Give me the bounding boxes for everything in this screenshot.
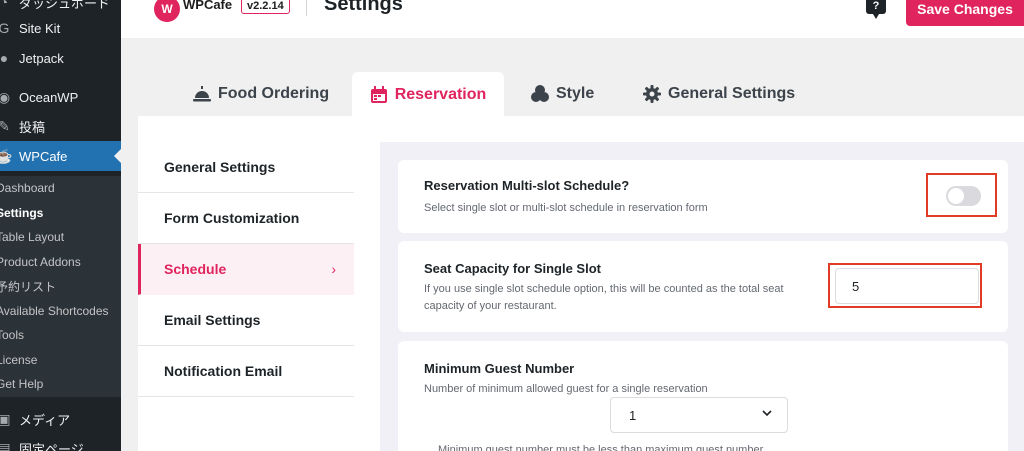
submenu-license[interactable]: License <box>0 348 121 373</box>
tab-label: Reservation <box>394 85 487 103</box>
sidebar-item-label: 投稿 <box>19 119 46 135</box>
wp-admin-sidebar: ◔ ダッシュボード G Site Kit ● Jetpack ◉ OceanWP… <box>0 0 121 451</box>
sidebar-item-label: OceanWP <box>19 89 79 105</box>
multislot-card: Reservation Multi-slot Schedule? Select … <box>398 160 1008 233</box>
sidebar-item-label: WPCafe <box>19 148 68 164</box>
sidebar-item-media[interactable]: ▣ メディア <box>0 404 121 434</box>
tab-reservation[interactable]: Reservation <box>352 72 504 117</box>
subnav-label: Notification Email <box>164 363 283 379</box>
sitekit-icon: G <box>0 20 10 36</box>
sidebar-item-jetpack[interactable]: ● Jetpack <box>0 43 121 73</box>
subnav-label: General Settings <box>164 159 276 175</box>
version-badge: v2.2.14 <box>241 0 290 14</box>
page-icon: ▤ <box>0 439 11 451</box>
subnav-label: Email Settings <box>164 312 261 328</box>
media-icon: ▣ <box>0 410 11 427</box>
tab-food-ordering[interactable]: Food Ordering <box>193 72 329 116</box>
min-guest-desc: Number of minimum allowed guest for a si… <box>424 383 708 395</box>
oceanwp-icon: ◉ <box>0 88 11 105</box>
calendar-icon <box>370 86 388 104</box>
seat-capacity-card: Seat Capacity for Single Slot If you use… <box>398 241 1008 332</box>
submenu-shortcodes[interactable]: Available Shortcodes <box>0 299 121 324</box>
help-icon[interactable]: ? <box>866 0 886 19</box>
tab-general-settings[interactable]: General Settings <box>643 72 795 116</box>
food-cloche-icon <box>193 85 211 103</box>
submenu-tools[interactable]: Tools <box>0 323 121 348</box>
reservation-subnav: General Settings Form Customization Sche… <box>138 142 354 397</box>
seat-capacity-title: Seat Capacity for Single Slot <box>424 261 601 276</box>
wpcafe-icon: ☕ <box>0 147 13 164</box>
wpcafe-logo-icon: W <box>154 0 180 22</box>
settings-panel: General Settings Form Customization Sche… <box>138 116 1024 451</box>
tab-label: General Settings <box>668 85 796 102</box>
submenu-dashboard[interactable]: Dashboard <box>0 176 121 201</box>
header-divider <box>306 0 307 16</box>
multislot-desc: Select single slot or multi-slot schedul… <box>424 202 708 214</box>
save-changes-button[interactable]: Save Changes <box>906 0 1024 26</box>
sidebar-item-label: 固定ページ <box>19 441 84 451</box>
logo-text: WPCafe <box>183 0 233 12</box>
sidebar-item-label: Jetpack <box>19 50 64 66</box>
subnav-label: Schedule <box>164 261 227 277</box>
min-guest-select[interactable]: 1 <box>610 397 788 433</box>
tab-style[interactable]: Style <box>531 72 594 116</box>
min-guest-card: Minimum Guest Number Number of minimum a… <box>398 341 1008 451</box>
min-guest-note: Minimum guest number must be less than m… <box>438 444 764 451</box>
tab-label: Style <box>556 85 595 102</box>
sidebar-item-posts[interactable]: ✎ 投稿 <box>0 111 121 141</box>
sidebar-item-label: Site Kit <box>19 20 61 36</box>
sidebar-item-label: ダッシュボード <box>19 0 111 11</box>
submenu-reservation-list[interactable]: 予約リスト <box>0 274 121 299</box>
min-guest-title: Minimum Guest Number <box>424 361 575 376</box>
min-guest-value: 1 <box>629 407 637 423</box>
page-title: Settings <box>324 0 403 15</box>
sidebar-item-label: メディア <box>19 412 71 428</box>
subnav-email-settings[interactable]: Email Settings <box>138 295 354 346</box>
sidebar-item-oceanwp[interactable]: ◉ OceanWP <box>0 82 121 112</box>
chevron-down-icon <box>761 407 773 422</box>
wpcafe-logo: W WPCafe <box>154 0 232 22</box>
multislot-toggle[interactable] <box>946 186 981 206</box>
wpcafe-submenu: Dashboard Settings Table Layout Product … <box>0 176 121 397</box>
submenu-settings[interactable]: Settings <box>0 201 121 226</box>
submenu-table-layout[interactable]: Table Layout <box>0 225 121 250</box>
seat-capacity-input[interactable] <box>835 268 979 304</box>
style-icon <box>531 85 549 103</box>
schedule-settings-area: Reservation Multi-slot Schedule? Select … <box>380 142 1024 451</box>
subnav-notification-email[interactable]: Notification Email <box>138 346 354 397</box>
gear-icon <box>643 85 661 103</box>
jetpack-icon: ● <box>0 50 9 66</box>
sidebar-item-wpcafe[interactable]: ☕ WPCafe <box>0 141 121 171</box>
subnav-general-settings[interactable]: General Settings <box>138 142 354 193</box>
submenu-product-addons[interactable]: Product Addons <box>0 250 121 275</box>
seat-capacity-desc: If you use single slot schedule option, … <box>424 283 784 312</box>
subnav-label: Form Customization <box>164 210 300 226</box>
subnav-schedule[interactable]: Schedule › <box>138 244 354 295</box>
submenu-get-help[interactable]: Get Help <box>0 372 121 397</box>
chevron-right-icon: › <box>331 261 336 277</box>
multislot-title: Reservation Multi-slot Schedule? <box>424 178 630 193</box>
subnav-form-customization[interactable]: Form Customization <box>138 193 354 244</box>
dashboard-icon: ◔ <box>0 0 9 10</box>
pin-icon: ✎ <box>0 117 10 134</box>
tab-label: Food Ordering <box>218 85 330 102</box>
sidebar-item-sitekit[interactable]: G Site Kit <box>0 13 121 43</box>
sidebar-item-pages[interactable]: ▤ 固定ページ <box>0 433 121 451</box>
